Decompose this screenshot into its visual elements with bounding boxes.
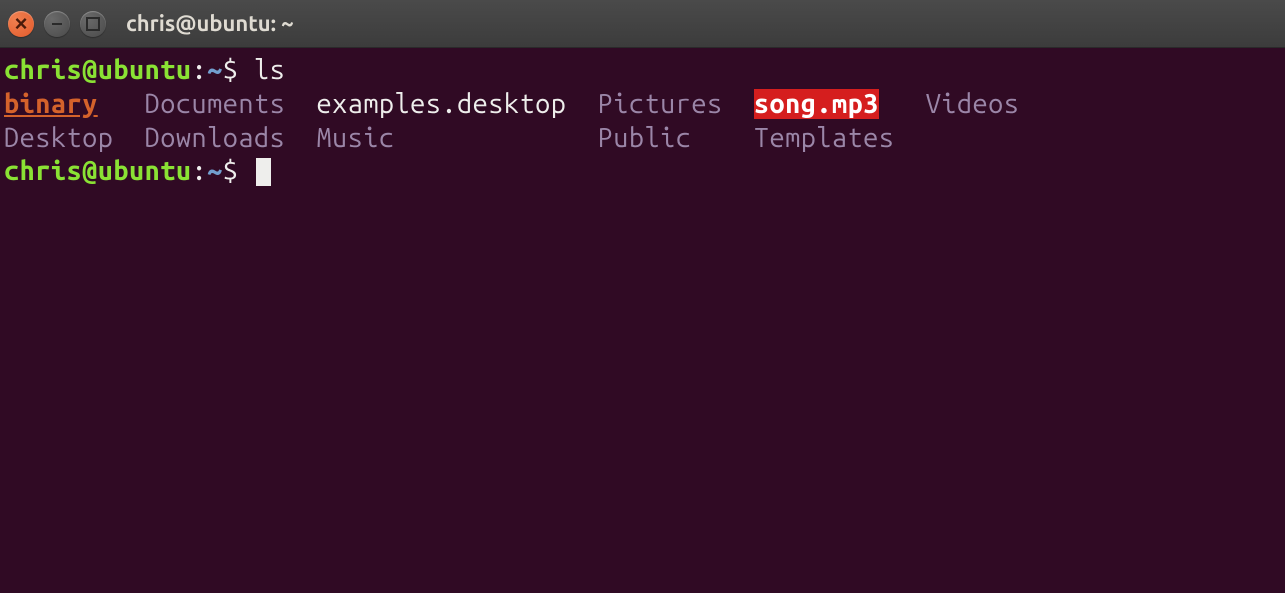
- maximize-icon[interactable]: [80, 11, 106, 37]
- ls-item-examples: examples.desktop: [316, 89, 566, 119]
- prompt-user-2: chris@ubuntu: [4, 156, 191, 186]
- ls-item-desktop: Desktop: [4, 123, 113, 153]
- ls-item-videos: Videos: [926, 89, 1020, 119]
- ls-item-song: song.mp3: [754, 89, 879, 119]
- ls-item-documents: Documents: [145, 89, 286, 119]
- prompt-line-2: chris@ubuntu:~$: [4, 155, 1281, 189]
- close-icon[interactable]: [8, 11, 34, 37]
- ls-item-downloads: Downloads: [145, 123, 286, 153]
- ls-output: binary Documents examples.desktop Pictur…: [4, 88, 1281, 156]
- prompt-colon: :: [191, 55, 207, 85]
- cursor-icon: [256, 158, 271, 186]
- prompt-line-1: chris@ubuntu:~$ ls: [4, 54, 1281, 88]
- command-text: ls: [254, 55, 285, 85]
- prompt-path-2: ~: [207, 156, 223, 186]
- ls-item-binary: binary: [4, 89, 98, 119]
- prompt-path: ~: [207, 55, 223, 85]
- prompt-user: chris@ubuntu: [4, 55, 191, 85]
- ls-item-templates: Templates: [754, 123, 895, 153]
- window-controls: [8, 11, 106, 37]
- ls-item-public: Public: [598, 123, 692, 153]
- ls-item-music: Music: [316, 123, 394, 153]
- titlebar: chris@ubuntu: ~: [0, 0, 1285, 48]
- prompt-colon-2: :: [191, 156, 207, 186]
- window-title: chris@ubuntu: ~: [126, 11, 294, 36]
- prompt-dollar: $: [223, 55, 239, 85]
- ls-item-pictures: Pictures: [598, 89, 723, 119]
- minimize-icon[interactable]: [44, 11, 70, 37]
- terminal-body[interactable]: chris@ubuntu:~$ ls binary Documents exam…: [0, 48, 1285, 195]
- prompt-dollar-2: $: [223, 156, 239, 186]
